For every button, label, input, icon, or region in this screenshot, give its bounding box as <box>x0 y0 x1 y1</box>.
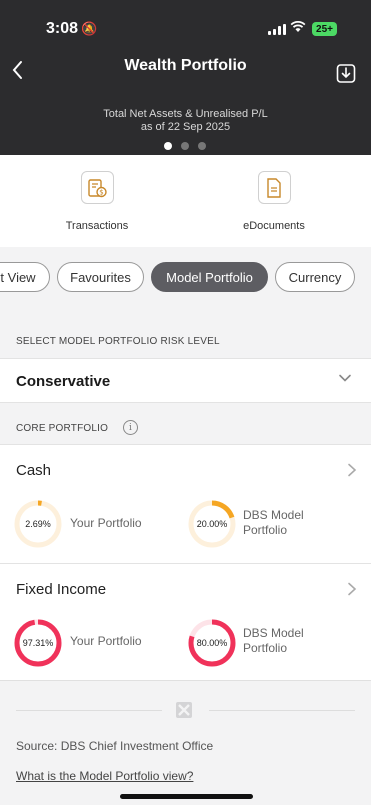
download-icon[interactable] <box>336 62 356 84</box>
chevron-right-icon <box>346 463 358 477</box>
divider <box>16 710 162 711</box>
transactions-button[interactable]: $ Transactions <box>37 171 157 232</box>
risk-level-dropdown[interactable]: Conservative <box>0 358 371 403</box>
document-icon <box>257 171 291 204</box>
caption-line: Portfolio <box>243 641 288 655</box>
edocuments-label: eDocuments <box>243 220 305 232</box>
tab-currency[interactable]: Currency <box>275 262 355 292</box>
svg-text:$: $ <box>99 188 103 196</box>
dbs-logo-icon <box>176 702 192 718</box>
tab-favourites[interactable]: Favourites <box>57 262 144 292</box>
receipt-dollar-icon: $ <box>80 171 114 204</box>
bell-muted-icon: 🔕 <box>81 21 98 36</box>
edocuments-button[interactable]: eDocuments <box>214 171 334 232</box>
model-portfolio-percent: 20.00% <box>196 519 228 529</box>
summary-date: as of 22 Sep 2025 <box>140 121 231 133</box>
tab-model-portfolio[interactable]: Model Portfolio <box>151 262 268 292</box>
your-portfolio-percent: 97.31% <box>22 638 54 648</box>
page-title: Wealth Portfolio <box>124 57 247 74</box>
battery-icon: 25+ <box>312 22 337 36</box>
divider <box>209 710 355 711</box>
tab-overview[interactable]: t View <box>0 262 50 292</box>
model-portfolio-info-link[interactable]: What is the Model Portfolio view? <box>16 769 193 783</box>
carousel-dot[interactable] <box>198 142 206 150</box>
caption-line: Portfolio <box>243 523 288 537</box>
fixed-income-allocation-card[interactable]: Fixed Income 97.31% Your Portfolio 80.00… <box>0 563 371 680</box>
quick-actions: $ Transactions eDocuments <box>0 155 371 247</box>
view-tabs: t View Favourites Model Portfolio Curren… <box>0 262 371 292</box>
caption-line: DBS Model <box>243 508 304 522</box>
core-portfolio-label: CORE PORTFOLIO <box>16 423 109 434</box>
risk-level-value: Conservative <box>16 373 111 390</box>
info-icon[interactable]: i <box>123 420 138 435</box>
status-time: 3:08 <box>46 20 79 37</box>
chevron-down-icon <box>338 371 352 385</box>
your-portfolio-caption: Your Portfolio <box>70 516 142 530</box>
caption-line: DBS Model <box>243 626 304 640</box>
carousel-dot[interactable] <box>181 142 189 150</box>
source-text: Source: DBS Chief Investment Office <box>16 739 214 753</box>
asset-class-name: Fixed Income <box>16 581 107 598</box>
summary-title: Total Net Assets & Unrealised P/L <box>103 108 268 120</box>
transactions-label: Transactions <box>65 220 129 232</box>
home-indicator[interactable] <box>120 794 253 799</box>
app-header: 3:08 🔕 25+ Wealth Portfolio Total Net As… <box>0 0 371 155</box>
carousel-dots[interactable] <box>164 142 206 150</box>
asset-class-name: Cash <box>16 462 52 479</box>
model-portfolio-caption: DBS Model Portfolio <box>243 508 304 538</box>
your-portfolio-caption: Your Portfolio <box>70 634 142 648</box>
wifi-icon <box>290 20 306 37</box>
carousel-dot[interactable] <box>164 142 172 150</box>
cash-allocation-card[interactable]: Cash 2.69% Your Portfolio 20.00% DBS Mod… <box>0 444 371 563</box>
risk-level-label: SELECT MODEL PORTFOLIO RISK LEVEL <box>16 336 220 347</box>
model-portfolio-percent: 80.00% <box>196 638 228 648</box>
your-portfolio-percent: 2.69% <box>25 519 51 529</box>
model-portfolio-caption: DBS Model Portfolio <box>243 626 304 656</box>
signal-icon <box>268 24 286 35</box>
chevron-right-icon <box>346 582 358 596</box>
